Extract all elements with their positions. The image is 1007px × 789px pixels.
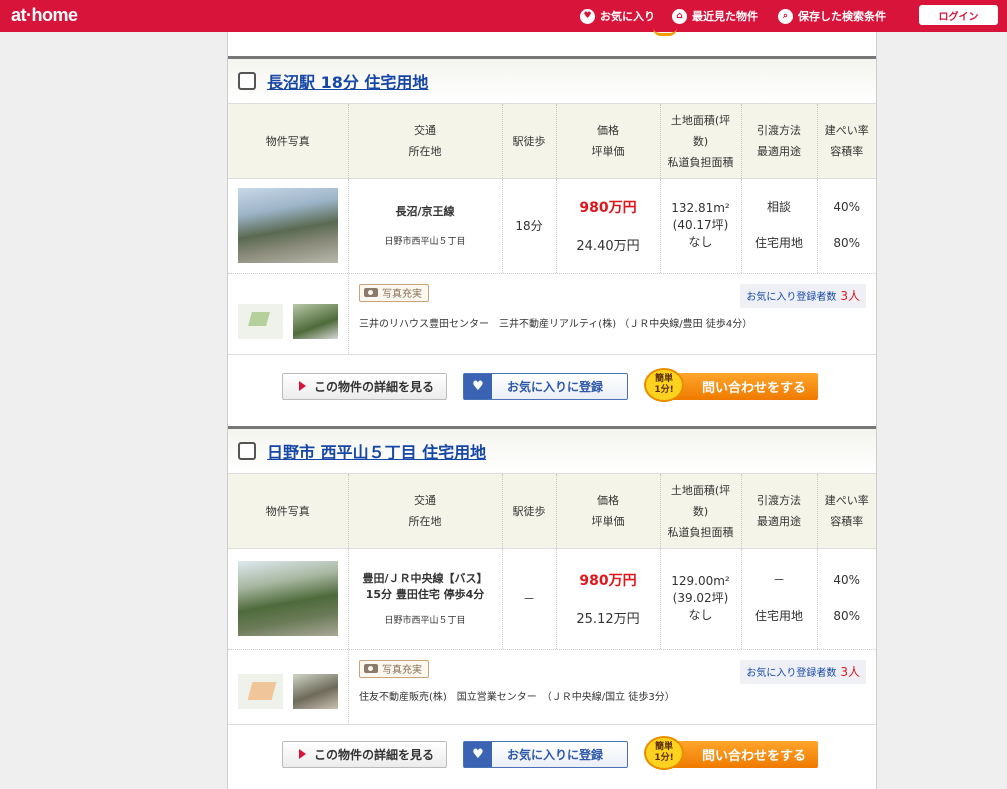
listing-title-link[interactable]: 長沼駅 18分 住宅用地 [267,69,428,93]
house-icon: ⌂ [672,8,687,24]
listing-header: 日野市 西平山５丁目 住宅用地 [228,429,876,473]
land-tsubo: (39.02坪) [672,591,729,606]
athome-logo[interactable]: at·home [11,5,78,26]
header-access: 交通 所在地 [347,103,502,179]
floor-ratio: 80% [833,609,861,624]
unit-price: 24.40万円 [576,239,640,255]
access-text: 長沼/京王線 [395,205,455,219]
login-button[interactable]: ログイン [919,5,998,25]
nav-recent-label: 最近見た物件 [692,10,758,23]
listing-subrow: 写真充実 お気に入り登録者数 3人 三井のリハウス豊田センター 三井不動産リアルテ… [228,272,876,355]
floor-ratio: 80% [833,236,861,251]
inquiry-button[interactable]: 問い合わせをする 簡単 1分! [644,735,820,770]
add-favorite-button[interactable]: ♥ お気に入りに登録 [463,740,628,768]
listing-table: 物件写真 交通 所在地 駅徒歩 価格 坪単価 土地面積(坪 数) 私道負担面積 引渡方法… [228,103,876,273]
property-photo[interactable] [237,188,338,264]
favorite-count: お気に入り登録者数 3人 [740,283,866,308]
header-delivery: 引渡方法 最適用途 [740,103,817,179]
header-walk: 駅徒歩 [501,473,556,549]
top-bar: at·home ♥ お気に入り ⌂ 最近見た物件 ⌕ 保存した検索条件 ログイン [0,0,1007,32]
header-coverage: 建ぺい率 容積率 [816,473,876,549]
agent-company: 住友不動産販売(株) 国立営業センター （ＪＲ中央線/国立 徒歩3分） [359,691,675,703]
agent-company: 三井のリハウス豊田センター 三井不動産リアルティ(株) （ＪＲ中央線/豊田 徒歩… [359,318,753,330]
price: 980万円 [579,573,637,590]
nav-favorites[interactable]: ♥ お気に入り [580,0,655,32]
add-favorite-button[interactable]: ♥ お気に入りに登録 [463,372,628,400]
listing-table: 物件写真 交通 所在地 駅徒歩 価格 坪単価 土地面積(坪 数) 私道負担面積 引渡方法… [228,473,876,649]
header-land-area: 土地面積(坪 数) 私道負担面積 [659,473,741,549]
camera-icon [364,664,378,673]
address-text: 日野市西平山５丁目 [384,237,466,248]
photo-rich-badge: 写真充実 [359,659,429,678]
access-text: 豊田/ＪＲ中央線【バス】 [362,572,488,586]
map-thumbnail[interactable] [238,673,283,709]
header-walk: 駅徒歩 [501,103,556,179]
land-area: 132.81m² [671,201,730,216]
address-text: 日野市西平山５丁目 [384,616,466,627]
header-photo: 物件写真 [228,473,348,549]
photo-thumbnail[interactable] [293,303,338,339]
header-land-area: 土地面積(坪 数) 私道負担面積 [659,103,741,179]
listing-card: 長沼駅 18分 住宅用地 物件写真 交通 所在地 駅徒歩 価格 坪単価 土地面積(坪… [228,56,876,428]
play-arrow-icon [299,381,306,391]
header-delivery: 引渡方法 最適用途 [740,473,817,549]
road-share: なし [688,608,713,623]
best-use: 住宅用地 [754,236,803,251]
land-tsubo: (40.17坪) [672,218,729,233]
easy-one-minute-badge: 簡単 1分! [644,735,684,770]
favorite-count: お気に入り登録者数 3人 [740,659,866,684]
nav-saved-label: 保存した検索条件 [798,10,886,23]
listing-actions: この物件の詳細を見る ♥ お気に入りに登録 問い合わせをする 簡単 1分! [228,725,876,789]
coverage-ratio: 40% [833,573,861,588]
listing-title-link[interactable]: 日野市 西平山５丁目 住宅用地 [267,439,486,463]
camera-icon [364,288,378,297]
photo-thumbnail[interactable] [293,673,338,709]
easy-one-minute-badge: 簡単 1分! [644,367,684,402]
walk-time: 18分 [501,178,556,273]
access-text-2: 15分 豊田住宅 停歩4分 [365,588,485,602]
price: 980万円 [579,200,637,217]
nav-recent[interactable]: ⌂ 最近見た物件 [672,0,758,32]
header-coverage: 建ぺい率 容積率 [816,103,876,179]
walk-time: － [501,548,556,649]
nav-favorites-label: お気に入り [600,10,655,23]
photo-rich-badge: 写真充実 [359,283,429,302]
view-details-button[interactable]: この物件の詳細を見る [282,372,447,400]
property-photo[interactable] [237,561,338,637]
listing-subrow: 写真充実 お気に入り登録者数 3人 住友不動産販売(株) 国立営業センター （ＪＲ… [228,648,876,725]
nav-saved-search[interactable]: ⌕ 保存した検索条件 [778,0,886,32]
unit-price: 25.12万円 [576,612,640,628]
header-access: 交通 所在地 [347,473,502,549]
play-arrow-icon [299,749,306,759]
heart-icon: ♥ [580,8,595,24]
select-checkbox[interactable] [238,72,256,90]
heart-icon: ♥ [464,373,492,399]
listing-header: 長沼駅 18分 住宅用地 [228,59,876,103]
search-save-icon: ⌕ [778,8,793,24]
header-price: 価格 坪単価 [555,473,660,549]
results-column: 長沼駅 18分 住宅用地 物件写真 交通 所在地 駅徒歩 価格 坪単価 土地面積(坪… [227,32,877,789]
land-area: 129.00m² [671,574,730,589]
previous-inquiry-button-edge [653,28,677,36]
listing-actions: この物件の詳細を見る ♥ お気に入りに登録 問い合わせをする 簡単 1分! [228,355,876,428]
inquiry-button[interactable]: 問い合わせをする 簡単 1分! [644,367,820,402]
road-share: なし [688,235,713,250]
map-thumbnail[interactable] [238,303,283,339]
heart-icon: ♥ [464,741,492,767]
view-details-button[interactable]: この物件の詳細を見る [282,740,447,768]
header-price: 価格 坪単価 [555,103,660,179]
listing-card: 日野市 西平山５丁目 住宅用地 物件写真 交通 所在地 駅徒歩 価格 坪単価 土地面… [228,426,876,789]
delivery-method: － [772,573,785,588]
header-photo: 物件写真 [228,103,348,179]
coverage-ratio: 40% [833,200,861,215]
best-use: 住宅用地 [754,609,803,624]
select-checkbox[interactable] [238,442,256,460]
delivery-method: 相談 [766,200,791,215]
